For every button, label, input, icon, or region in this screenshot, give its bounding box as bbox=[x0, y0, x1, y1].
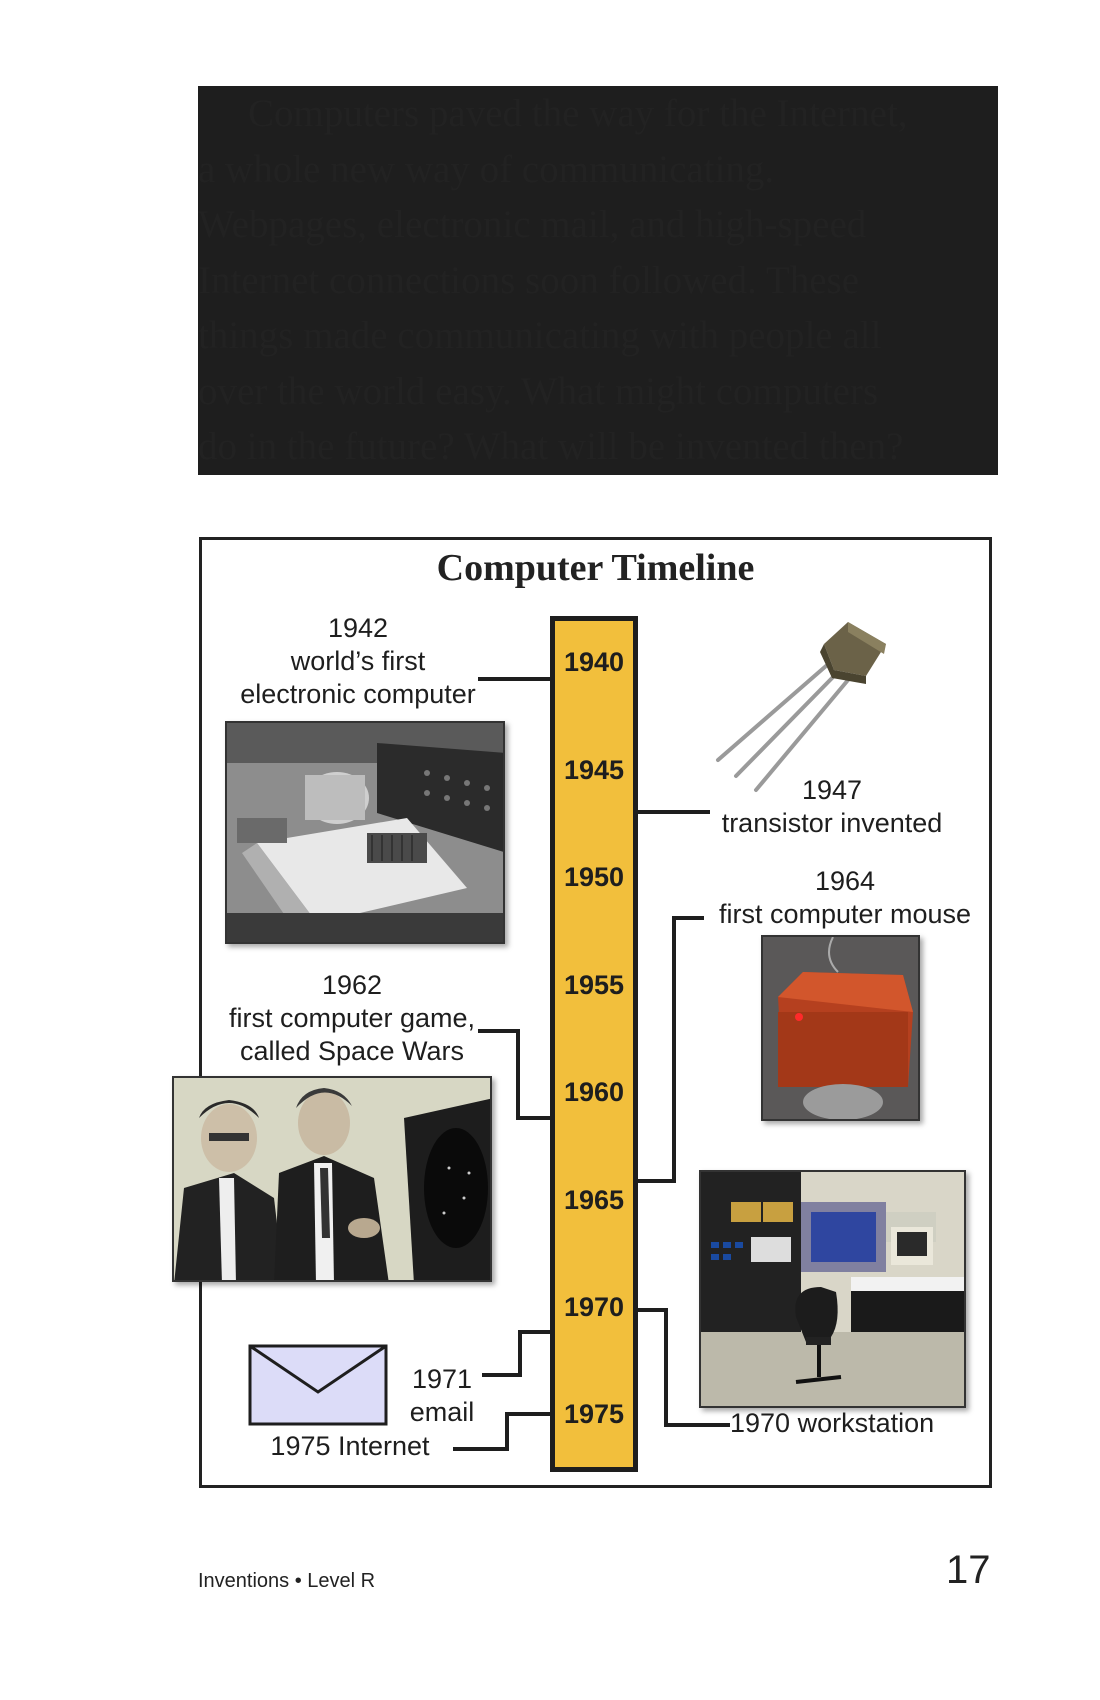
paragraph-line: over the world easy. What might computer… bbox=[198, 363, 998, 419]
page-number: 17 bbox=[946, 1548, 991, 1592]
event-1947-label: 1947 transistor invented bbox=[712, 774, 952, 840]
event-year: 1964 bbox=[814, 866, 876, 896]
event-year: 1942 bbox=[327, 613, 389, 643]
event-year: 1947 bbox=[801, 775, 863, 805]
paragraph-line: Webpages, electronic mail, and high-spee… bbox=[198, 197, 998, 253]
year-label: 1955 bbox=[563, 970, 625, 1000]
envelope-icon bbox=[248, 1344, 388, 1426]
transistor-image bbox=[708, 614, 898, 794]
event-1962-label: 1962 first computer game, called Space W… bbox=[212, 969, 492, 1068]
event-text: email bbox=[409, 1397, 475, 1427]
timeline-bar: 1940 1945 1950 1955 1960 1965 1970 1975 bbox=[550, 616, 638, 1472]
year-label: 1975 bbox=[563, 1399, 625, 1429]
year-label: 1965 bbox=[563, 1185, 625, 1215]
event-1964-label: 1964 first computer mouse bbox=[700, 865, 990, 931]
event-1975-label: 1975 Internet bbox=[270, 1431, 430, 1461]
body-paragraph: Computers paved the way for the Internet… bbox=[198, 86, 998, 475]
event-year: 1971 bbox=[411, 1364, 473, 1394]
event-text: first computer game, bbox=[228, 1003, 476, 1033]
paragraph-line: a whole new way of communicating. bbox=[198, 141, 998, 197]
paragraph-line: things made communicating with people al… bbox=[198, 308, 998, 364]
year-label: 1945 bbox=[563, 755, 625, 785]
event-year: 1962 bbox=[321, 970, 383, 1000]
event-text: world’s first bbox=[290, 646, 426, 676]
paragraph-line: Computers paved the way for the Internet… bbox=[198, 86, 998, 142]
event-1971-label: 1971 email bbox=[398, 1363, 486, 1429]
event-text: transistor invented bbox=[721, 808, 943, 838]
event-text: called Space Wars bbox=[239, 1036, 465, 1066]
mouse-photo bbox=[761, 935, 920, 1121]
event-text: first computer mouse bbox=[718, 899, 972, 929]
workstation-photo bbox=[699, 1170, 966, 1408]
year-label: 1950 bbox=[563, 862, 625, 892]
year-label: 1960 bbox=[563, 1077, 625, 1107]
event-1970-label: 1970 workstation bbox=[730, 1408, 935, 1438]
paragraph-line: Internet connections soon followed. Thes… bbox=[198, 252, 998, 308]
footer-book-title: Inventions • Level R bbox=[198, 1570, 376, 1592]
eniac-photo bbox=[225, 721, 505, 944]
year-label: 1940 bbox=[563, 647, 625, 677]
space-wars-photo bbox=[172, 1076, 492, 1282]
event-text: electronic computer bbox=[240, 679, 476, 709]
paragraph-line: do in the future? What will be invented … bbox=[198, 419, 998, 475]
timeline-title: Computer Timeline bbox=[436, 547, 755, 589]
year-label: 1970 bbox=[563, 1292, 625, 1322]
event-1942-label: 1942 world’s first electronic computer bbox=[232, 612, 484, 711]
